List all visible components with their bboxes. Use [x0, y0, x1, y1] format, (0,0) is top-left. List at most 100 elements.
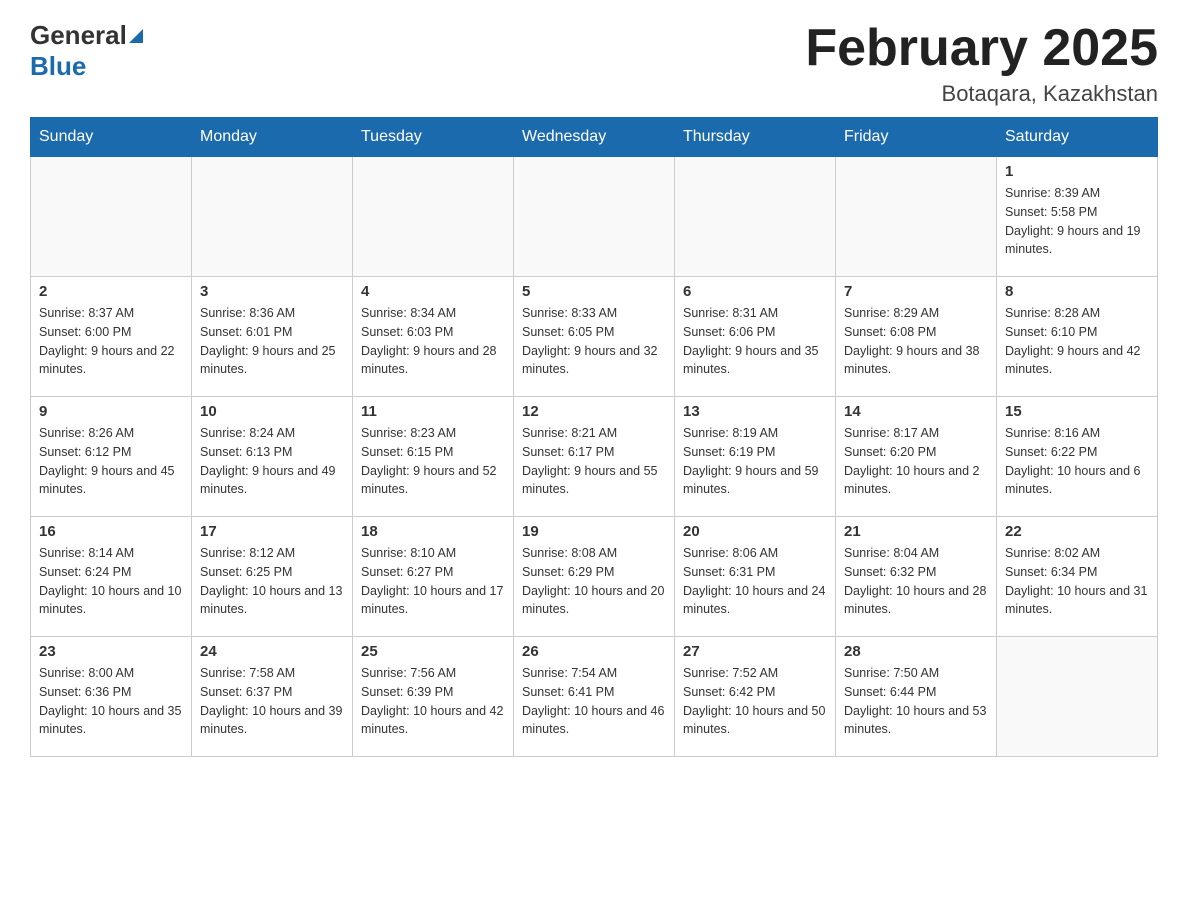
calendar-day-cell: 27 Sunrise: 7:52 AM Sunset: 6:42 PM Dayli…: [675, 637, 836, 757]
day-info: Sunrise: 8:28 AM Sunset: 6:10 PM Dayligh…: [1005, 304, 1149, 379]
day-number: 21: [844, 523, 988, 540]
calendar-day-cell: [514, 157, 675, 277]
day-info: Sunrise: 8:10 AM Sunset: 6:27 PM Dayligh…: [361, 544, 505, 619]
calendar-week-row: 23 Sunrise: 8:00 AM Sunset: 6:36 PM Dayli…: [31, 637, 1158, 757]
day-number: 20: [683, 523, 827, 540]
weekday-header-wednesday: Wednesday: [514, 118, 675, 157]
day-number: 23: [39, 643, 183, 660]
day-info: Sunrise: 8:14 AM Sunset: 6:24 PM Dayligh…: [39, 544, 183, 619]
day-info: Sunrise: 8:26 AM Sunset: 6:12 PM Dayligh…: [39, 424, 183, 499]
day-number: 13: [683, 403, 827, 420]
calendar-day-cell: 12 Sunrise: 8:21 AM Sunset: 6:17 PM Dayli…: [514, 397, 675, 517]
location: Botaqara, Kazakhstan: [805, 81, 1158, 107]
day-number: 14: [844, 403, 988, 420]
weekday-header-thursday: Thursday: [675, 118, 836, 157]
logo-blue-text: Blue: [30, 51, 86, 82]
calendar-day-cell: 13 Sunrise: 8:19 AM Sunset: 6:19 PM Dayli…: [675, 397, 836, 517]
day-info: Sunrise: 8:29 AM Sunset: 6:08 PM Dayligh…: [844, 304, 988, 379]
day-info: Sunrise: 8:00 AM Sunset: 6:36 PM Dayligh…: [39, 664, 183, 739]
day-number: 9: [39, 403, 183, 420]
weekday-header-saturday: Saturday: [997, 118, 1158, 157]
day-info: Sunrise: 8:21 AM Sunset: 6:17 PM Dayligh…: [522, 424, 666, 499]
day-info: Sunrise: 8:06 AM Sunset: 6:31 PM Dayligh…: [683, 544, 827, 619]
day-number: 18: [361, 523, 505, 540]
calendar-day-cell: [31, 157, 192, 277]
page-header: General Blue February 2025 Botaqara, Kaz…: [30, 20, 1158, 107]
calendar-day-cell: 2Sunrise: 8:37 AM Sunset: 6:00 PM Daylig…: [31, 277, 192, 397]
calendar-day-cell: 16 Sunrise: 8:14 AM Sunset: 6:24 PM Dayli…: [31, 517, 192, 637]
calendar-week-row: 9 Sunrise: 8:26 AM Sunset: 6:12 PM Daylig…: [31, 397, 1158, 517]
day-info: Sunrise: 8:23 AM Sunset: 6:15 PM Dayligh…: [361, 424, 505, 499]
day-number: 12: [522, 403, 666, 420]
day-number: 16: [39, 523, 183, 540]
day-info: Sunrise: 7:58 AM Sunset: 6:37 PM Dayligh…: [200, 664, 344, 739]
calendar-day-cell: 17 Sunrise: 8:12 AM Sunset: 6:25 PM Dayli…: [192, 517, 353, 637]
calendar-day-cell: 15Sunrise: 8:16 AM Sunset: 6:22 PM Dayli…: [997, 397, 1158, 517]
day-info: Sunrise: 8:36 AM Sunset: 6:01 PM Dayligh…: [200, 304, 344, 379]
day-number: 6: [683, 283, 827, 300]
logo-general: General: [30, 20, 127, 51]
logo-text: General: [30, 20, 145, 51]
calendar-day-cell: 6 Sunrise: 8:31 AM Sunset: 6:06 PM Daylig…: [675, 277, 836, 397]
day-info: Sunrise: 7:54 AM Sunset: 6:41 PM Dayligh…: [522, 664, 666, 739]
day-number: 24: [200, 643, 344, 660]
calendar-day-cell: 3 Sunrise: 8:36 AM Sunset: 6:01 PM Daylig…: [192, 277, 353, 397]
calendar-week-row: 16 Sunrise: 8:14 AM Sunset: 6:24 PM Dayli…: [31, 517, 1158, 637]
calendar-day-cell: 21 Sunrise: 8:04 AM Sunset: 6:32 PM Dayli…: [836, 517, 997, 637]
calendar-day-cell: 23 Sunrise: 8:00 AM Sunset: 6:36 PM Dayli…: [31, 637, 192, 757]
calendar-day-cell: 8 Sunrise: 8:28 AM Sunset: 6:10 PM Daylig…: [997, 277, 1158, 397]
logo-blue: Blue: [30, 51, 86, 81]
weekday-header-friday: Friday: [836, 118, 997, 157]
day-info: Sunrise: 8:34 AM Sunset: 6:03 PM Dayligh…: [361, 304, 505, 379]
calendar-day-cell: 4 Sunrise: 8:34 AM Sunset: 6:03 PM Daylig…: [353, 277, 514, 397]
calendar-day-cell: 24 Sunrise: 7:58 AM Sunset: 6:37 PM Dayli…: [192, 637, 353, 757]
calendar-day-cell: 11 Sunrise: 8:23 AM Sunset: 6:15 PM Dayli…: [353, 397, 514, 517]
calendar-day-cell: 9 Sunrise: 8:26 AM Sunset: 6:12 PM Daylig…: [31, 397, 192, 517]
day-number: 1: [1005, 163, 1149, 180]
day-number: 10: [200, 403, 344, 420]
weekday-header-monday: Monday: [192, 118, 353, 157]
weekday-header-tuesday: Tuesday: [353, 118, 514, 157]
calendar-day-cell: 5 Sunrise: 8:33 AM Sunset: 6:05 PM Daylig…: [514, 277, 675, 397]
day-number: 27: [683, 643, 827, 660]
calendar-day-cell: 20 Sunrise: 8:06 AM Sunset: 6:31 PM Dayli…: [675, 517, 836, 637]
day-number: 26: [522, 643, 666, 660]
day-info: Sunrise: 8:04 AM Sunset: 6:32 PM Dayligh…: [844, 544, 988, 619]
calendar-week-row: 2Sunrise: 8:37 AM Sunset: 6:00 PM Daylig…: [31, 277, 1158, 397]
day-number: 5: [522, 283, 666, 300]
day-number: 2: [39, 283, 183, 300]
day-info: Sunrise: 8:17 AM Sunset: 6:20 PM Dayligh…: [844, 424, 988, 499]
day-info: Sunrise: 7:50 AM Sunset: 6:44 PM Dayligh…: [844, 664, 988, 739]
day-info: Sunrise: 8:33 AM Sunset: 6:05 PM Dayligh…: [522, 304, 666, 379]
calendar-day-cell: 25Sunrise: 7:56 AM Sunset: 6:39 PM Dayli…: [353, 637, 514, 757]
day-number: 8: [1005, 283, 1149, 300]
calendar-week-row: 1 Sunrise: 8:39 AM Sunset: 5:58 PM Daylig…: [31, 157, 1158, 277]
day-number: 15: [1005, 403, 1149, 420]
calendar-day-cell: [997, 637, 1158, 757]
calendar-day-cell: 19Sunrise: 8:08 AM Sunset: 6:29 PM Dayli…: [514, 517, 675, 637]
day-info: Sunrise: 8:31 AM Sunset: 6:06 PM Dayligh…: [683, 304, 827, 379]
day-info: Sunrise: 8:19 AM Sunset: 6:19 PM Dayligh…: [683, 424, 827, 499]
calendar-day-cell: 10Sunrise: 8:24 AM Sunset: 6:13 PM Dayli…: [192, 397, 353, 517]
day-number: 11: [361, 403, 505, 420]
calendar-header: SundayMondayTuesdayWednesdayThursdayFrid…: [31, 118, 1158, 157]
day-number: 17: [200, 523, 344, 540]
day-number: 3: [200, 283, 344, 300]
calendar-day-cell: 14 Sunrise: 8:17 AM Sunset: 6:20 PM Dayli…: [836, 397, 997, 517]
calendar-day-cell: [192, 157, 353, 277]
calendar-day-cell: 1 Sunrise: 8:39 AM Sunset: 5:58 PM Daylig…: [997, 157, 1158, 277]
day-info: Sunrise: 7:52 AM Sunset: 6:42 PM Dayligh…: [683, 664, 827, 739]
calendar-day-cell: [353, 157, 514, 277]
calendar-day-cell: 18 Sunrise: 8:10 AM Sunset: 6:27 PM Dayli…: [353, 517, 514, 637]
calendar-day-cell: 26 Sunrise: 7:54 AM Sunset: 6:41 PM Dayli…: [514, 637, 675, 757]
day-info: Sunrise: 8:39 AM Sunset: 5:58 PM Dayligh…: [1005, 184, 1149, 259]
day-info: Sunrise: 8:12 AM Sunset: 6:25 PM Dayligh…: [200, 544, 344, 619]
calendar-day-cell: [675, 157, 836, 277]
day-info: Sunrise: 8:08 AM Sunset: 6:29 PM Dayligh…: [522, 544, 666, 619]
day-info: Sunrise: 8:02 AM Sunset: 6:34 PM Dayligh…: [1005, 544, 1149, 619]
day-info: Sunrise: 7:56 AM Sunset: 6:39 PM Dayligh…: [361, 664, 505, 739]
logo-triangle-icon: [129, 29, 143, 43]
day-number: 4: [361, 283, 505, 300]
calendar-day-cell: [836, 157, 997, 277]
calendar-body: 1 Sunrise: 8:39 AM Sunset: 5:58 PM Daylig…: [31, 157, 1158, 757]
